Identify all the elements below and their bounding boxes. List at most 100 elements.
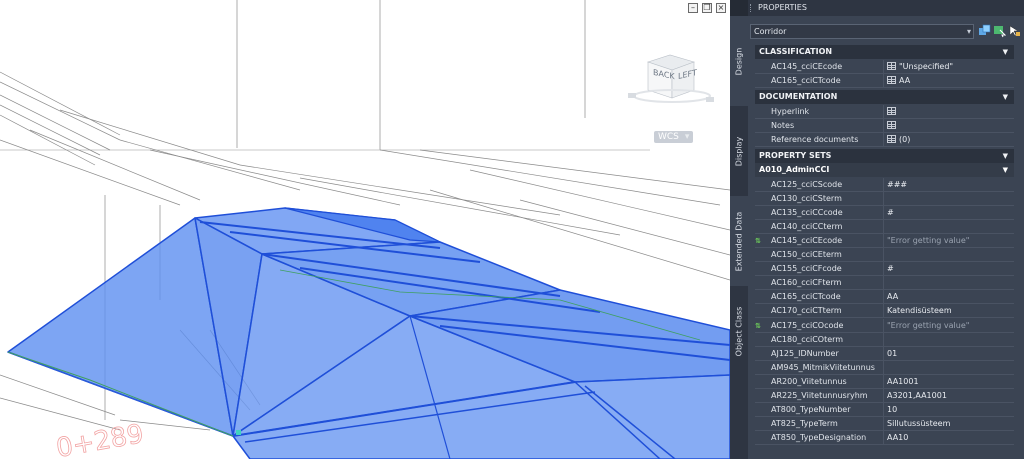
property-value[interactable]	[887, 105, 1012, 118]
tab-design[interactable]: Design	[730, 16, 748, 106]
classification-section-header[interactable]: CLASSIFICATION ▼	[755, 45, 1014, 59]
property-name: AR200_Viitetunnus	[771, 377, 847, 386]
property-value[interactable]: (0)	[887, 133, 1012, 146]
property-name: AM945_MitmikViitetunnus	[771, 363, 875, 372]
corridor-model-drawing[interactable]: 0+289	[0, 0, 730, 459]
property-value[interactable]	[887, 333, 1012, 346]
property-row[interactable]: Hyperlink	[755, 105, 1014, 119]
property-name: AC145_cciCEcode	[771, 62, 843, 71]
property-row[interactable]: AR225_Viitetunnusryhm A3201,AA1001	[755, 389, 1014, 403]
property-name: AC125_cciCScode	[771, 180, 843, 189]
property-row[interactable]: AJ125_IDNumber 01	[755, 347, 1014, 361]
property-row[interactable]: AT825_TypeTerm Sillutussüsteem	[755, 417, 1014, 431]
property-value[interactable]: "Error getting value"	[887, 234, 1012, 247]
chevron-down-icon: ▾	[966, 27, 971, 36]
selected-corridor-surface[interactable]	[7, 207, 730, 459]
property-row[interactable]: Notes	[755, 119, 1014, 133]
property-row[interactable]: Reference documents (0)	[755, 133, 1014, 147]
tab-extended-data-label: Extended Data	[734, 211, 744, 271]
property-set-header[interactable]: A010_AdminCCI ▼	[755, 163, 1014, 177]
property-row[interactable]: AC150_cciCEterm	[755, 248, 1014, 262]
property-value[interactable]	[887, 248, 1012, 261]
property-row[interactable]: AT850_TypeDesignation AA10	[755, 431, 1014, 445]
table-icon	[887, 135, 896, 143]
property-row[interactable]: AC165_cciCTcode AA	[755, 74, 1014, 88]
property-name: AJ125_IDNumber	[771, 349, 839, 358]
property-row[interactable]: AC125_cciCScode ###	[755, 178, 1014, 192]
property-value[interactable]	[887, 192, 1012, 205]
property-row[interactable]: AC155_cciCFcode #	[755, 262, 1014, 276]
drag-grip-icon[interactable]	[750, 4, 752, 12]
tab-extended-data[interactable]: Extended Data	[730, 196, 748, 286]
property-row[interactable]: AC145_cciCEcode "Unspecified"	[755, 60, 1014, 74]
table-icon	[887, 107, 896, 115]
palette-title: PROPERTIES	[758, 3, 807, 12]
property-value[interactable]: "Error getting value"	[887, 319, 1012, 332]
property-value[interactable]: AA	[887, 74, 1012, 87]
property-value-text: (0)	[899, 135, 911, 144]
object-type-dropdown[interactable]: Corridor ▾	[750, 24, 974, 39]
tab-display[interactable]: Display	[730, 106, 748, 196]
viewport-restore-button[interactable]: ❐	[702, 3, 712, 13]
collapse-icon: ▼	[1002, 93, 1008, 101]
property-row[interactable]: AR200_Viitetunnus AA1001	[755, 375, 1014, 389]
formula-property-icon: ⇅	[755, 237, 761, 245]
property-value-text: AA	[899, 76, 911, 85]
property-name: AC140_cciCCterm	[771, 222, 843, 231]
quick-select-icon[interactable]	[978, 24, 991, 38]
tab-object-class[interactable]: Object Class	[730, 286, 748, 376]
property-name: AC160_cciCFterm	[771, 278, 842, 287]
property-value[interactable]: AA10	[887, 431, 1012, 444]
property-value[interactable]: "Unspecified"	[887, 60, 1012, 73]
property-row[interactable]: AC145_cciCEcode "Error getting value"	[755, 234, 1014, 248]
property-name: Reference documents	[771, 135, 859, 144]
property-sets-section-header[interactable]: PROPERTY SETS ▼	[755, 149, 1014, 163]
property-sets-title: PROPERTY SETS	[759, 151, 832, 160]
select-objects-icon[interactable]	[993, 24, 1006, 38]
property-row[interactable]: AC165_cciCTcode AA	[755, 290, 1014, 304]
property-row[interactable]: AC135_cciCCcode #	[755, 206, 1014, 220]
property-row[interactable]: AC170_cciCTterm Katendisüsteem	[755, 304, 1014, 318]
property-row[interactable]: AM945_MitmikViitetunnus	[755, 361, 1014, 375]
property-name: Hyperlink	[771, 107, 810, 116]
property-value[interactable]	[887, 361, 1012, 374]
property-row[interactable]: AT800_TypeNumber 10	[755, 403, 1014, 417]
property-row[interactable]: AC180_cciCOterm	[755, 333, 1014, 347]
toggle-pickadd-icon[interactable]	[1008, 24, 1021, 38]
property-row[interactable]: AC130_cciCSterm	[755, 192, 1014, 206]
property-row[interactable]: AC140_cciCCterm	[755, 220, 1014, 234]
viewport-minimize-button[interactable]: –	[688, 3, 698, 13]
property-value[interactable]: ###	[887, 178, 1012, 191]
documentation-section-header[interactable]: DOCUMENTATION ▼	[755, 90, 1014, 104]
property-value-text: "Unspecified"	[899, 62, 954, 71]
table-icon	[887, 76, 896, 84]
property-value[interactable]: AA	[887, 290, 1012, 303]
classification-title: CLASSIFICATION	[759, 47, 833, 56]
property-name: AC155_cciCFcode	[771, 264, 842, 273]
grip-point[interactable]	[236, 430, 241, 435]
property-row[interactable]: AC175_cciCOcode "Error getting value"	[755, 319, 1014, 333]
chevron-down-icon: ▾	[684, 132, 690, 142]
property-value[interactable]: AA1001	[887, 375, 1012, 388]
property-value[interactable]: A3201,AA1001	[887, 389, 1012, 402]
property-name: AC165_cciCTcode	[771, 292, 841, 301]
property-value[interactable]: 10	[887, 403, 1012, 416]
property-row[interactable]: AC160_cciCFterm	[755, 276, 1014, 290]
palette-tabstrip-header	[730, 0, 748, 16]
collapse-icon: ▼	[1002, 48, 1008, 56]
property-value[interactable]: #	[887, 262, 1012, 275]
property-value[interactable]: Katendisüsteem	[887, 304, 1012, 317]
property-value[interactable]	[887, 276, 1012, 289]
property-name: AC145_cciCEcode	[771, 236, 843, 245]
property-value[interactable]: Sillutussüsteem	[887, 417, 1012, 430]
viewport-close-button[interactable]: ×	[716, 3, 726, 13]
property-name: AC180_cciCOterm	[771, 335, 844, 344]
property-value[interactable]: #	[887, 206, 1012, 219]
model-viewport[interactable]: 0+289 BACK LEFT – ❐ × WCS ▾	[0, 0, 730, 459]
property-value[interactable]	[887, 119, 1012, 132]
wcs-menu[interactable]: WCS ▾	[654, 131, 694, 143]
palette-title-bar[interactable]: PROPERTIES	[748, 0, 1024, 16]
property-value[interactable]	[887, 220, 1012, 233]
property-value[interactable]: 01	[887, 347, 1012, 360]
tab-design-label: Design	[734, 47, 744, 75]
